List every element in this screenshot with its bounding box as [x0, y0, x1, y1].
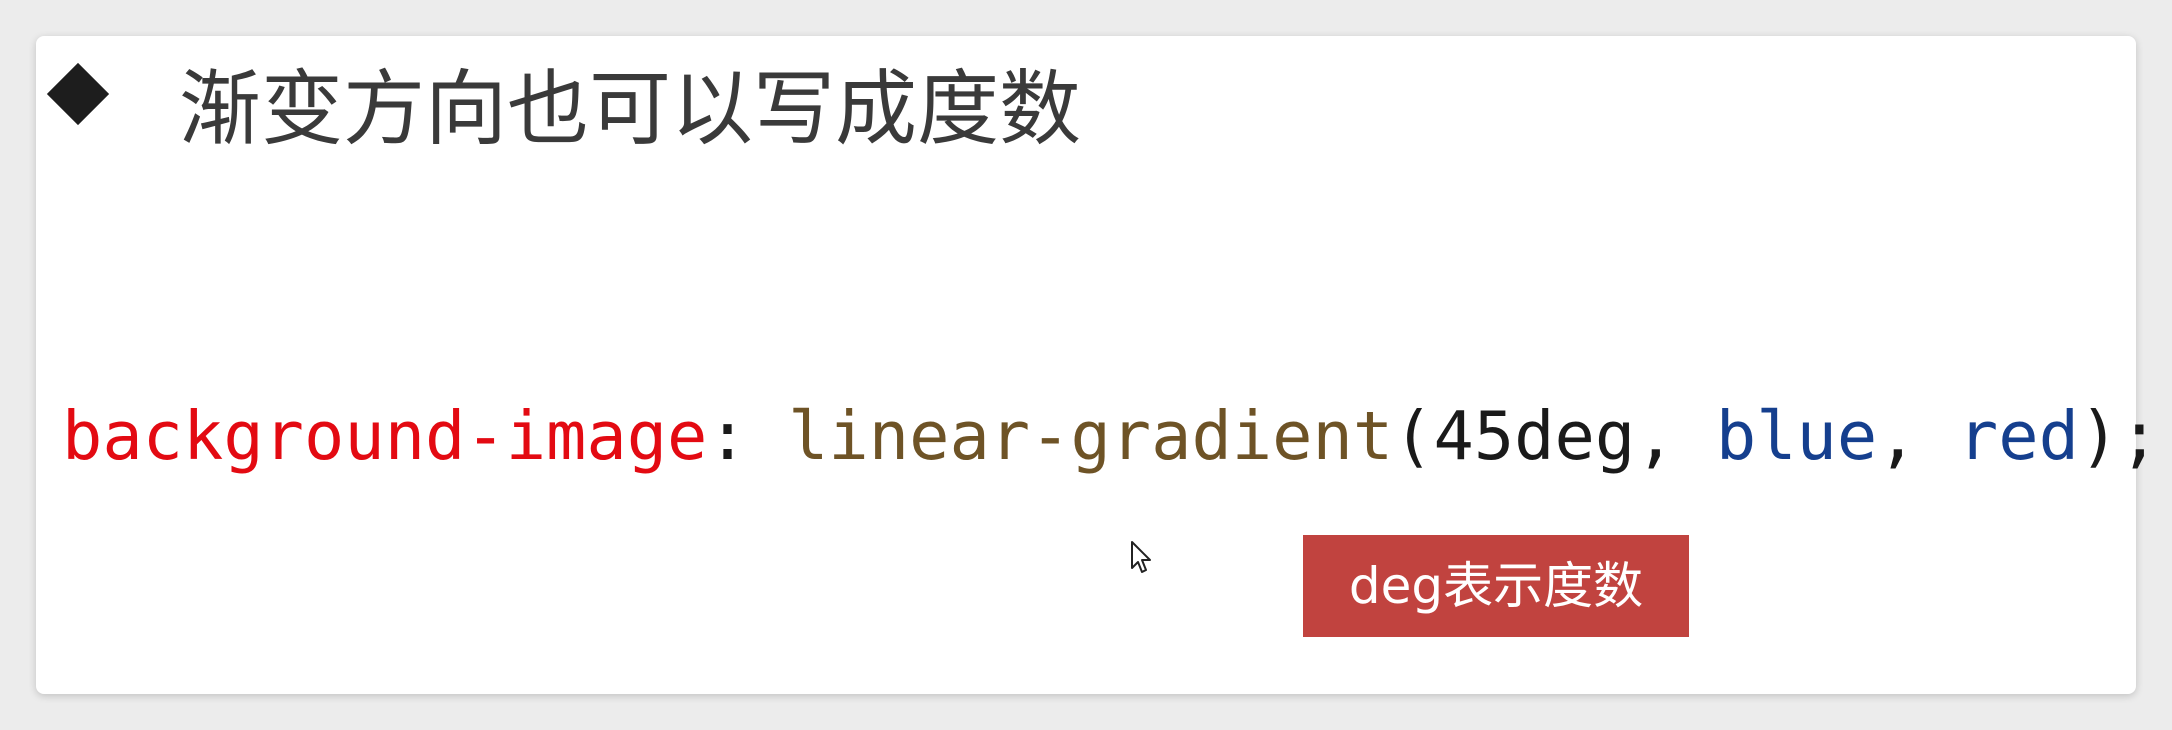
code-comma: , — [1877, 397, 1918, 475]
code-color-red: red — [1957, 397, 2079, 475]
code-property: background-image — [62, 397, 708, 475]
slide-title: 渐变方向也可以写成度数 — [179, 62, 1082, 157]
mouse-pointer-icon — [1131, 541, 1151, 573]
code-angle: 45deg — [1433, 397, 1636, 475]
diamond-bullet-icon — [46, 62, 110, 126]
code-colon: : — [707, 397, 748, 475]
code-color-blue: blue — [1715, 397, 1878, 475]
code-comma: , — [1635, 397, 1676, 475]
css-code-line: background-image: linear-gradient(45deg,… — [62, 391, 2160, 481]
code-open-paren: ( — [1393, 397, 1434, 475]
code-close: ); — [2078, 397, 2160, 475]
code-function-name: linear-gradient — [788, 397, 1394, 475]
slide-canvas: 渐变方向也可以写成度数 background-image: linear-gra… — [36, 36, 2160, 694]
annotation-badge: deg表示度数 — [1303, 535, 1689, 637]
